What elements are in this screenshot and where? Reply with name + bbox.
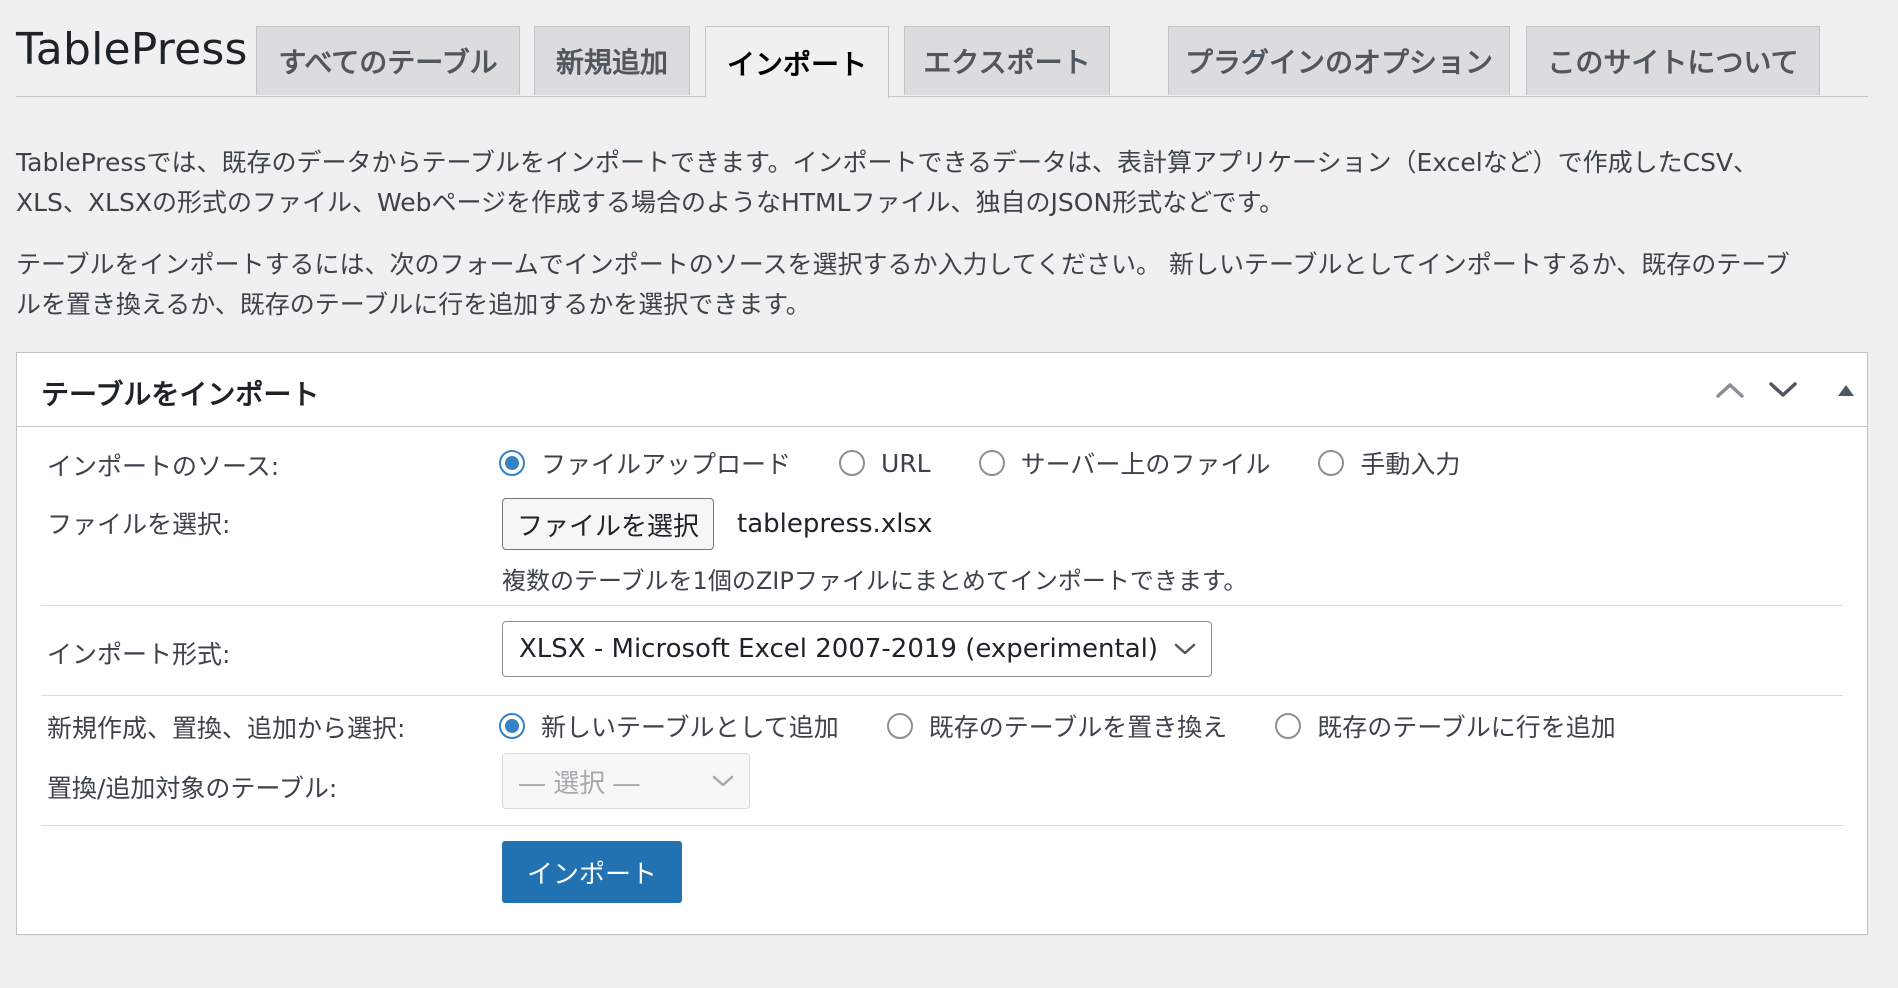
radio-button[interactable] [1275,713,1302,739]
radio-label: ファイルアップロード [541,450,792,479]
radio-label: 新しいテーブルとして追加 [541,713,839,742]
target-table-select[interactable]: ― 選択 ― [502,753,750,809]
radio-replace-table[interactable]: 既存のテーブルを置き換え [886,708,1228,744]
chevron-up-icon [1716,383,1744,398]
file-select-label: ファイルを選択: [47,510,231,539]
chevron-down-icon [1174,643,1196,655]
page-header: TablePress すべてのテーブル 新規追加 インポート エクスポート プラ… [16,24,1868,98]
radio-button[interactable] [1318,450,1345,476]
toggle-panel-button[interactable] [1829,373,1863,407]
intro-paragraph-2: テーブルをインポートするには、次のフォームでインポートのソースを選択するか入力し… [16,245,1866,325]
import-format-label: インポート形式: [47,640,231,669]
move-up-button[interactable] [1713,373,1747,407]
move-down-button[interactable] [1766,373,1800,407]
target-table-label: 置換/追加対象のテーブル: [47,774,338,803]
intro-text: TablePressでは、既存のデータからテーブルをインポートできます。インポー… [16,143,1866,347]
radio-dot [505,719,519,733]
import-source-options: ファイルアップロード URL サーバー上のファイル 手動入力 [499,445,1508,481]
intro-line: TablePressでは、既存のデータからテーブルをインポートできます。インポー… [16,148,1759,177]
intro-line: ルを置き換えるか、既存のテーブルに行を追加するかを選択できます。 [16,290,811,319]
tab-export[interactable]: エクスポート [904,26,1110,95]
radio-label: URL [881,448,931,478]
divider [41,695,1843,696]
select-value: ― 選択 ― [519,768,640,799]
import-type-label: 新規作成、置換、追加から選択: [47,714,406,743]
app-title: TablePress [16,24,248,75]
radio-label: サーバー上のファイル [1020,450,1271,479]
tab-label: このサイトについて [1547,46,1799,79]
tab-label: プラグインのオプション [1184,46,1493,79]
import-format-select[interactable]: XLSX - Microsoft Excel 2007-2019 (experi… [502,621,1212,677]
panel-title: テーブルをインポート [41,378,320,411]
choose-file-button[interactable]: ファイルを選択 [502,498,715,550]
radio-server-file[interactable]: サーバー上のファイル [978,445,1271,481]
divider [41,825,1843,826]
tab-label: エクスポート [923,46,1091,79]
radio-button[interactable] [978,450,1005,476]
radio-url[interactable]: URL [839,449,931,478]
radio-label: 既存のテーブルに行を追加 [1317,713,1616,742]
chevron-down-icon [712,775,734,787]
radio-label: 手動入力 [1360,450,1461,479]
selected-file-name: tablepress.xlsx [737,509,933,539]
import-submit-button[interactable]: インポート [502,841,682,903]
intro-line: テーブルをインポートするには、次のフォームでインポートのソースを選択するか入力し… [16,250,1790,279]
radio-button[interactable] [839,450,866,476]
radio-file-upload[interactable]: ファイルアップロード [499,445,791,481]
import-type-options: 新しいテーブルとして追加 既存のテーブルを置き換え 既存のテーブルに行を追加 [499,708,1664,744]
file-hint: 複数のテーブルを1個のZIPファイルにまとめてインポートできます。 [502,567,1248,595]
tab-import[interactable]: インポート [705,26,889,98]
triangle-up-icon [1838,385,1854,396]
radio-button[interactable] [499,713,525,739]
tab-all-tables[interactable]: すべてのテーブル [256,26,520,95]
import-source-label: インポートのソース: [47,452,280,481]
intro-line: XLS、XLSXの形式のファイル、Webページを作成する場合のようなHTMLファ… [16,188,1285,217]
divider [41,605,1843,606]
intro-paragraph-1: TablePressでは、既存のデータからテーブルをインポートできます。インポー… [16,143,1866,223]
radio-dot [505,456,519,470]
radio-button[interactable] [499,450,525,476]
import-panel: テーブルをインポート インポートのソース: ファイルアップロード URL サーバ… [16,352,1868,935]
tab-label: すべてのテーブル [278,46,498,79]
tab-label: 新規追加 [555,46,668,79]
radio-add-new-table[interactable]: 新しいテーブルとして追加 [499,708,839,744]
tab-about[interactable]: このサイトについて [1526,26,1820,95]
radio-manual-input[interactable]: 手動入力 [1318,445,1460,481]
radio-label: 既存のテーブルを置き換え [928,713,1228,742]
panel-header: テーブルをインポート [17,353,1867,427]
radio-append-rows[interactable]: 既存のテーブルに行を追加 [1275,708,1616,744]
tab-label: インポート [726,47,867,81]
tab-add-new[interactable]: 新規追加 [534,26,690,95]
select-value: XLSX - Microsoft Excel 2007-2019 (experi… [519,634,1159,664]
tab-plugin-options[interactable]: プラグインのオプション [1168,26,1510,95]
chevron-down-icon [1769,382,1797,397]
radio-button[interactable] [886,713,913,739]
